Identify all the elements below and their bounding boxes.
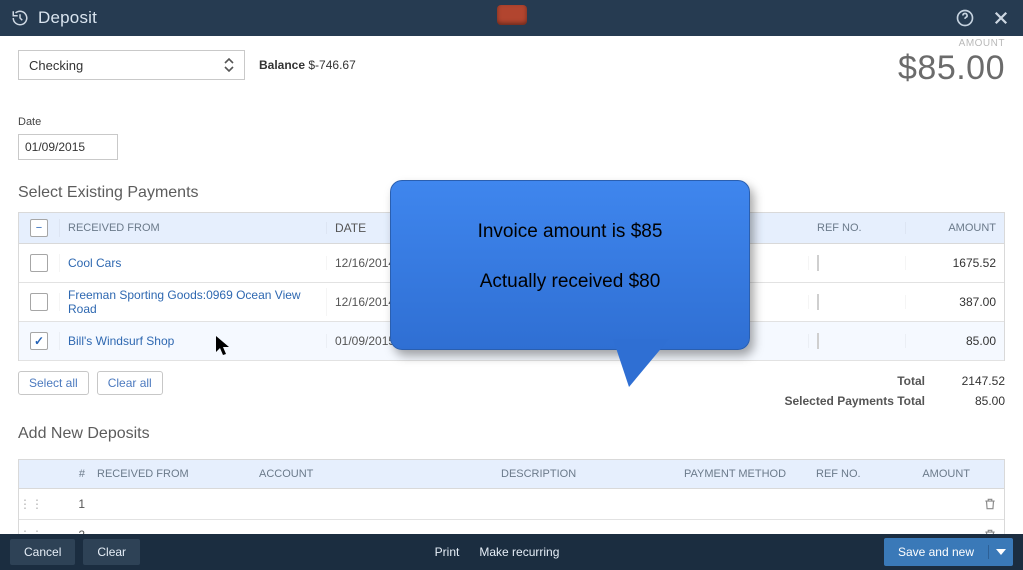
row-number: 1	[43, 497, 91, 511]
grip-icon[interactable]: ⋮⋮	[19, 497, 43, 511]
col-payment-method: PAYMENT METHOD	[678, 468, 810, 480]
selected-total-label: Selected Payments Total	[785, 394, 926, 408]
account-select[interactable]: Checking	[18, 50, 245, 80]
ref-input[interactable]	[817, 294, 819, 310]
date-input[interactable]: 01/09/2015	[18, 134, 118, 160]
ref-input[interactable]	[817, 333, 819, 349]
close-icon[interactable]	[989, 6, 1013, 30]
col-account: ACCOUNT	[253, 468, 495, 480]
col-received-from: RECEIVED FROM	[60, 222, 327, 234]
row-amount: 85.00	[906, 334, 1004, 348]
col-amount: AMOUNT	[892, 468, 976, 480]
make-recurring-link[interactable]: Make recurring	[479, 545, 559, 559]
row-checkbox[interactable]	[30, 254, 48, 272]
toggle-all-checkbox[interactable]: −	[30, 219, 48, 237]
date-label: Date	[18, 116, 1005, 128]
history-icon[interactable]	[10, 8, 30, 28]
row-amount: 387.00	[906, 295, 1004, 309]
center-ornament	[497, 5, 527, 25]
caret-icon	[224, 58, 234, 72]
received-from-link[interactable]: Freeman Sporting Goods:0969 Ocean View R…	[68, 288, 301, 316]
deposit-row[interactable]: ⋮⋮ 1	[19, 489, 1004, 520]
received-from-link[interactable]: Bill's Windsurf Shop	[68, 334, 174, 348]
callout-line-2: Actually received $80	[411, 271, 729, 293]
print-link[interactable]: Print	[435, 545, 460, 559]
total-label: Total	[897, 374, 925, 388]
select-all-button[interactable]: Select all	[18, 371, 89, 395]
titlebar: Deposit	[0, 0, 1023, 36]
received-from-link[interactable]: Cool Cars	[68, 256, 121, 270]
deposits-header-row: # RECEIVED FROM ACCOUNT DESCRIPTION PAYM…	[19, 460, 1004, 489]
cancel-button[interactable]: Cancel	[10, 539, 75, 565]
trash-icon[interactable]	[976, 497, 1004, 511]
page-title: Deposit	[38, 8, 97, 28]
selected-total-value: 85.00	[925, 391, 1005, 411]
balance-text: Balance $-746.67	[259, 58, 356, 72]
col-ref-no: REF NO.	[809, 222, 906, 234]
col-received-from: RECEIVED FROM	[91, 468, 253, 480]
col-amount: AMOUNT	[906, 222, 1004, 234]
help-icon[interactable]	[953, 6, 977, 30]
footer-bar: Cancel Clear Print Make recurring Save a…	[0, 534, 1023, 570]
balance-value: $-746.67	[308, 58, 355, 72]
row-amount: 1675.52	[906, 256, 1004, 270]
date-value: 01/09/2015	[25, 140, 85, 154]
clear-button[interactable]: Clear	[83, 539, 140, 565]
row-checkbox[interactable]: ✓	[30, 332, 48, 350]
save-button[interactable]: Save and new	[884, 545, 989, 559]
callout-line-1: Invoice amount is $85	[411, 221, 729, 243]
save-split-button: Save and new	[884, 538, 1013, 566]
new-deposits-title: Add New Deposits	[18, 425, 1005, 443]
col-description: DESCRIPTION	[495, 468, 678, 480]
amount-value: $85.00	[898, 49, 1005, 88]
totals-block: Total2147.52 Selected Payments Total85.0…	[785, 371, 1006, 411]
row-checkbox[interactable]	[30, 293, 48, 311]
col-num: #	[43, 468, 91, 480]
col-ref-no: REF NO.	[810, 468, 892, 480]
account-select-value: Checking	[29, 58, 83, 73]
callout-bubble: Invoice amount is $85 Actually received …	[390, 180, 750, 350]
ref-input[interactable]	[817, 255, 819, 271]
total-value: 2147.52	[925, 371, 1005, 391]
balance-label: Balance	[259, 58, 305, 72]
clear-all-button[interactable]: Clear all	[97, 371, 163, 395]
amount-label: AMOUNT	[898, 38, 1005, 49]
save-dropdown[interactable]	[989, 549, 1013, 555]
